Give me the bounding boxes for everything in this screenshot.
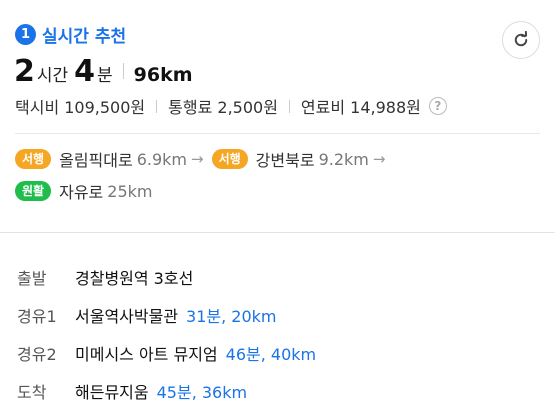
traffic-badge-smooth: 원활	[15, 181, 52, 201]
duration-minutes: 4	[74, 54, 96, 89]
section-divider	[15, 133, 540, 134]
waypoint-eta: 31분, 20km	[186, 307, 277, 326]
waypoint-via-2[interactable]: 경유2 미메시스 아트 뮤지엄 46분, 40km	[17, 341, 316, 365]
road-name: 자유로	[59, 183, 104, 202]
refresh-button[interactable]	[502, 21, 540, 59]
waypoint-start[interactable]: 출발 경찰병원역 3호선	[17, 265, 193, 289]
divider	[288, 99, 290, 113]
arrow-right-icon: →	[191, 150, 204, 168]
waypoint-name: 서울역사박물관	[75, 307, 179, 326]
road-distance: 6.9km	[136, 149, 187, 169]
traffic-badge-slow: 서행	[15, 149, 52, 169]
traffic-badge-slow: 서행	[211, 149, 248, 169]
road-distance: 25km	[107, 181, 153, 201]
waypoint-via-1[interactable]: 경유1 서울역사박물관 31분, 20km	[17, 303, 277, 327]
waypoint-label: 경유2	[17, 345, 57, 364]
taxi-fee: 택시비 109,500원	[15, 98, 146, 117]
arrow-right-icon: →	[372, 150, 386, 168]
duration-minutes-unit: 분	[97, 66, 113, 86]
refresh-icon	[514, 31, 528, 47]
waypoint-name: 경찰병원역 3호선	[75, 269, 194, 288]
waypoint-eta: 45분, 36km	[156, 383, 248, 402]
road-name: 올림픽대로	[59, 151, 133, 170]
section-divider	[0, 232, 555, 233]
waypoint-label: 출발	[17, 269, 47, 288]
waypoint-eta: 46분, 40km	[225, 345, 317, 364]
toll-fee: 통행료 2,500원	[168, 98, 278, 117]
waypoint-name: 해든뮤지움	[75, 383, 149, 402]
fees-row: 택시비 109,500원 통행료 2,500원 연료비 14,988원 ?	[15, 94, 447, 118]
duration-hours-unit: 시간	[36, 66, 69, 86]
route-title: 실시간 추천	[42, 27, 127, 47]
road-distance: 9.2km	[318, 149, 369, 169]
route-distance: 96km	[133, 64, 193, 86]
duration-summary: 2 시간 4 분 96km	[14, 54, 193, 94]
waypoint-name: 미메시스 아트 뮤지엄	[75, 345, 218, 364]
fuel-fee: 연료비 14,988원	[300, 98, 421, 117]
divider	[122, 63, 124, 79]
duration-hours: 2	[14, 54, 35, 89]
divider	[156, 99, 158, 113]
waypoint-label: 도착	[17, 383, 47, 402]
question-icon[interactable]: ?	[428, 97, 447, 115]
road-segments-row: 서행 올림픽대로 6.9km → 서행 강변북로 9.2km →	[15, 147, 393, 171]
waypoint-destination[interactable]: 도착 해든뮤지움 45분, 36km	[17, 379, 247, 403]
waypoint-label: 경유1	[17, 307, 57, 326]
road-name: 강변북로	[255, 151, 315, 170]
rank-badge: 1	[15, 24, 36, 45]
road-segments-row: 원활 자유로 25km	[15, 179, 152, 203]
